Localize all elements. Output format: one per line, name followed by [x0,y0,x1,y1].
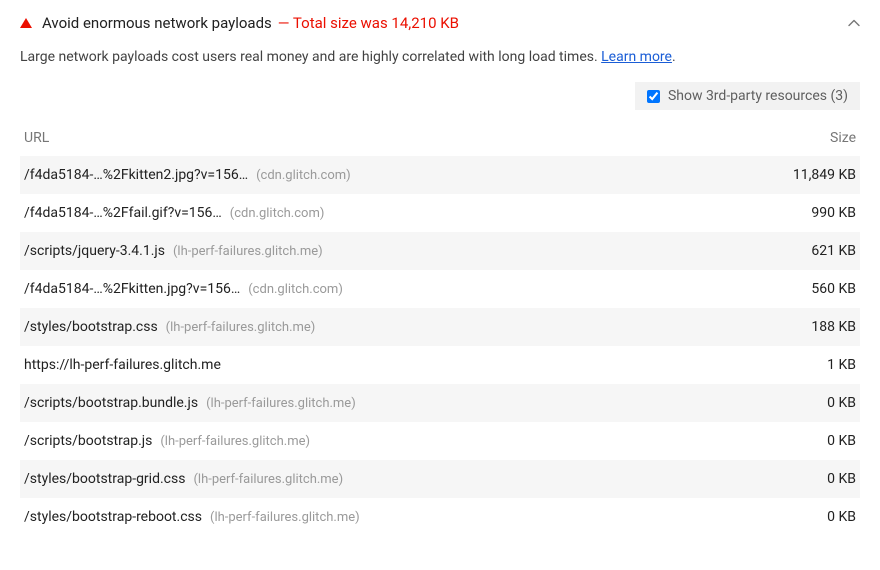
url-path[interactable]: /f4da5184-…%2Fkitten.jpg?v=156… [24,281,240,297]
url-path[interactable]: /scripts/bootstrap.bundle.js [24,395,198,411]
url-host: (cdn.glitch.com) [248,282,343,297]
url-path[interactable]: /scripts/jquery-3.4.1.js [24,243,165,259]
size-value: 621 KB [746,243,856,259]
audit-description-text: Large network payloads cost users real m… [20,49,601,65]
third-party-label: Show 3rd-party resources (3) [668,88,848,104]
audit-header[interactable]: Avoid enormous network payloads — Total … [20,8,860,46]
learn-more-link[interactable]: Learn more [601,49,672,65]
url-host: (lh-perf-failures.glitch.me) [160,434,310,449]
third-party-toggle[interactable]: Show 3rd-party resources (3) [635,82,860,110]
table-row: /styles/bootstrap.css (lh-perf-failures.… [20,308,860,346]
audit-title: Avoid enormous network payloads [42,14,272,32]
table-row: /styles/bootstrap-reboot.css (lh-perf-fa… [20,498,860,536]
size-value: 560 KB [746,281,856,297]
url-host: (cdn.glitch.com) [256,168,351,183]
size-value: 0 KB [746,471,856,487]
table-row: /f4da5184-…%2Fkitten.jpg?v=156… (cdn.gli… [20,270,860,308]
audit-display-value: — Total size was 14,210 KB [278,14,459,32]
url-path[interactable]: https://lh-perf-failures.glitch.me [24,357,221,373]
chevron-up-icon [848,15,860,31]
table-header-row: URL Size [20,120,860,156]
url-path[interactable]: /f4da5184-…%2Fkitten2.jpg?v=156… [24,167,248,183]
size-value: 990 KB [746,205,856,221]
url-path[interactable]: /styles/bootstrap-grid.css [24,471,185,487]
url-path[interactable]: /styles/bootstrap-reboot.css [24,509,202,525]
warning-triangle-icon [20,18,32,28]
url-host: (lh-perf-failures.glitch.me) [193,472,343,487]
size-value: 1 KB [746,357,856,373]
audit-panel: Avoid enormous network payloads — Total … [0,0,880,556]
table-row: /scripts/bootstrap.bundle.js (lh-perf-fa… [20,384,860,422]
column-header-url: URL [24,130,746,146]
size-value: 11,849 KB [746,167,856,183]
size-value: 188 KB [746,319,856,335]
url-path[interactable]: /scripts/bootstrap.js [24,433,152,449]
url-host: (lh-perf-failures.glitch.me) [173,244,323,259]
size-value: 0 KB [746,509,856,525]
url-host: (lh-perf-failures.glitch.me) [166,320,316,335]
third-party-checkbox[interactable] [647,90,660,103]
url-path[interactable]: /f4da5184-…%2Ffail.gif?v=156… [24,205,222,221]
table-row: /scripts/jquery-3.4.1.js (lh-perf-failur… [20,232,860,270]
column-header-size: Size [746,130,856,146]
table-row: /f4da5184-…%2Fkitten2.jpg?v=156… (cdn.gl… [20,156,860,194]
size-value: 0 KB [746,395,856,411]
table-row: /f4da5184-…%2Ffail.gif?v=156… (cdn.glitc… [20,194,860,232]
table-row: https://lh-perf-failures.glitch.me 1 KB [20,346,860,384]
table-row: /scripts/bootstrap.js (lh-perf-failures.… [20,422,860,460]
url-host: (cdn.glitch.com) [230,206,325,221]
url-host: (lh-perf-failures.glitch.me) [206,396,356,411]
url-path[interactable]: /styles/bootstrap.css [24,319,158,335]
third-party-filter: Show 3rd-party resources (3) [20,82,860,110]
audit-description: Large network payloads cost users real m… [20,46,860,68]
table-row: /styles/bootstrap-grid.css (lh-perf-fail… [20,460,860,498]
url-host: (lh-perf-failures.glitch.me) [210,510,360,525]
table-body: /f4da5184-…%2Fkitten2.jpg?v=156… (cdn.gl… [20,156,860,536]
size-value: 0 KB [746,433,856,449]
